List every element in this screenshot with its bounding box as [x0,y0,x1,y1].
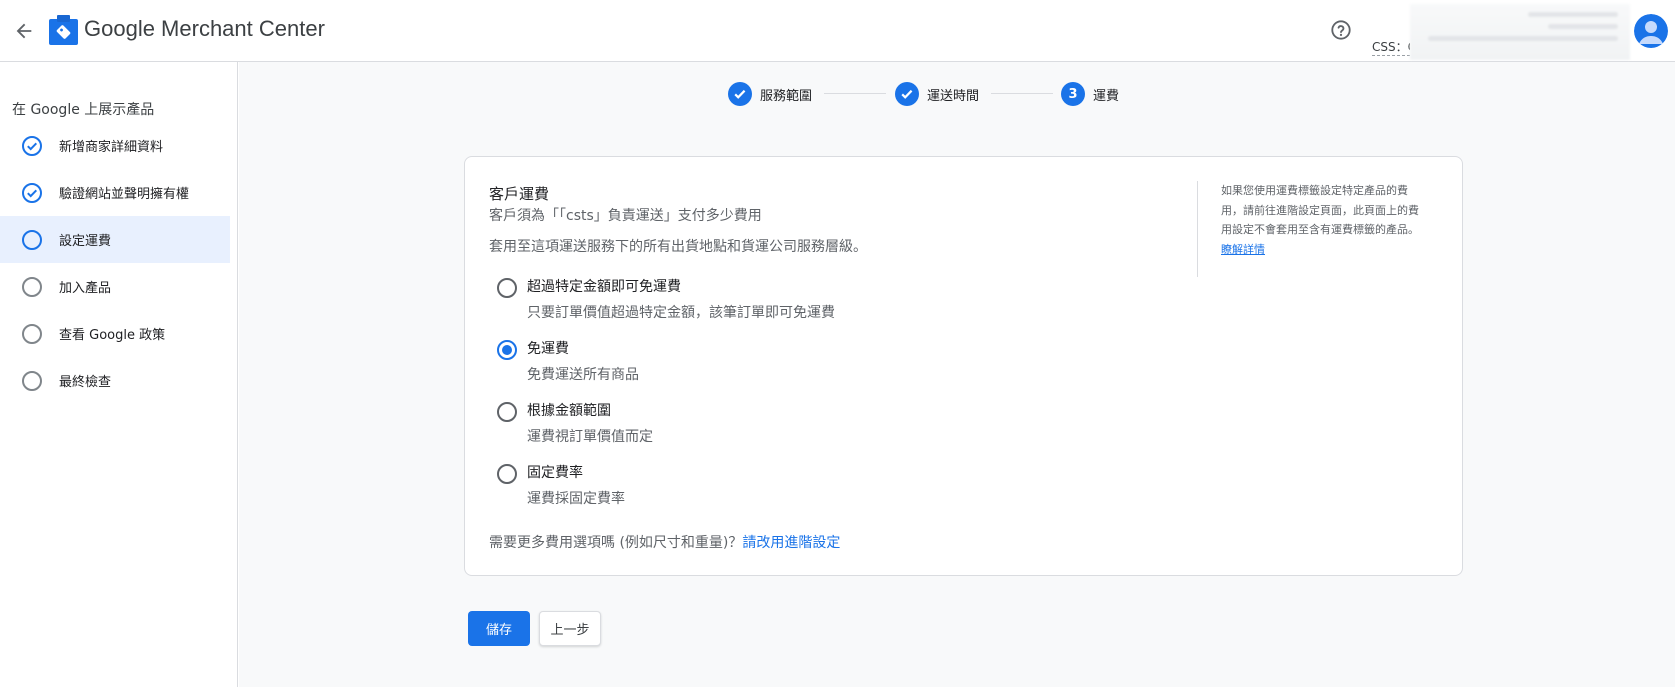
option-label: 超過特定金額即可免運費 [527,279,681,295]
sidebar-item-label: 驗證網站並聲明擁有權 [59,187,190,202]
back-arrow-icon [16,23,32,39]
back-arrow-button[interactable] [6,13,42,49]
option-amount-range[interactable]: 根據金額範圍 運費視訂單價值而定 [497,400,1057,450]
sidebar-item-business-details[interactable]: 新增商家詳細資料 [0,122,230,169]
option-description: 免費運送所有商品 [527,367,639,383]
help-button[interactable] [1327,16,1355,44]
empty-circle-icon [22,277,42,297]
radio-button[interactable] [497,278,517,298]
step-label: 服務範圍 [760,88,813,104]
check-circle-icon [22,183,42,203]
advanced-settings-text: 需要更多費用選項嗎 (例如尺寸和重量)？ [489,535,743,551]
stepper-step-service-area[interactable]: 服務範圍 [728,81,812,107]
save-button[interactable]: 儲存 [468,611,530,646]
app-title: Google Merchant Center [84,16,325,41]
stepper-connector [991,93,1053,94]
radio-button-selected[interactable] [497,340,517,360]
account-info-redacted [1410,4,1630,60]
card-subtitle: 客戶須為「「csts」負責運送」支付多少費用 [489,208,762,224]
step-check-icon [728,82,752,106]
stepper-step-shipping-cost[interactable]: 3 運費 [1061,81,1119,107]
sidebar-item-label: 設定運費 [59,234,112,249]
stepper-step-delivery-time[interactable]: 運送時間 [895,81,979,107]
step-number: 3 [1061,82,1085,106]
card-divider [1197,181,1198,277]
option-label: 固定費率 [527,465,583,481]
stepper-connector [824,93,886,94]
sidebar-item-final-review[interactable]: 最終檢查 [0,357,230,404]
option-free-shipping[interactable]: 免運費 免費運送所有商品 [497,338,1057,388]
sidebar-item-add-products[interactable]: 加入產品 [0,263,230,310]
sidebar-item-label: 加入產品 [59,281,112,296]
card-title: 客戶運費 [489,185,550,203]
sidebar-item-label: 最終檢查 [59,375,112,390]
option-free-over-amount[interactable]: 超過特定金額即可免運費 只要訂單價值超過特定金額，該筆訂單即可免運費 [497,276,1057,326]
help-circle-icon [1331,20,1351,40]
check-circle-icon [22,136,42,156]
empty-circle-icon [22,371,42,391]
step-label: 運送時間 [927,88,980,104]
option-flat-rate[interactable]: 固定費率 運費採固定費率 [497,462,1057,512]
previous-step-button[interactable]: 上一步 [539,611,601,646]
sidebar-item-google-policies[interactable]: 查看 Google 政策 [0,310,230,357]
shipping-label-note: 如果您使用運費標籤設定特定產品的費用，請前往進階設定頁面，此頁面上的費用設定不會… [1221,181,1421,259]
empty-circle-icon [22,230,42,250]
top-app-bar: Google Merchant Center CSS：C [0,0,1675,62]
merchant-center-logo-icon [49,15,78,45]
radio-button[interactable] [497,402,517,422]
sidebar-item-verify-website[interactable]: 驗證網站並聲明擁有權 [0,169,230,216]
learn-more-link[interactable]: 瞭解詳情 [1221,243,1265,256]
merchant-center-app: Google Merchant Center CSS：C 在 Google 上展… [0,0,1675,687]
advanced-settings-note: 需要更多費用選項嗎 (例如尺寸和重量)？請改用進階設定 [489,532,840,552]
shipping-cost-card: 客戶運費 客戶須為「「csts」負責運送」支付多少費用 套用至這項運送服務下的所… [464,156,1463,576]
shipping-label-note-text: 如果您使用運費標籤設定特定產品的費用，請前往進階設定頁面，此頁面上的費用設定不會… [1221,184,1419,236]
sidebar-heading: 在 Google 上展示產品 [12,102,155,118]
account-avatar[interactable] [1634,14,1668,48]
option-label: 免運費 [527,341,569,357]
option-description: 只要訂單價值超過特定金額，該筆訂單即可免運費 [527,305,835,321]
main-content: 服務範圍 運送時間 3 運費 客戶運費 客戶須為「「csts」負責運送」支付多少… [239,62,1675,687]
advanced-settings-link[interactable]: 請改用進階設定 [742,535,840,551]
sidebar-item-shipping[interactable]: 設定運費 [0,216,230,263]
card-description: 套用至這項運送服務下的所有出貨地點和貨運公司服務層級。 [489,239,867,255]
option-label: 根據金額範圍 [527,403,611,419]
option-description: 運費視訂單價值而定 [527,429,653,445]
account-avatar-icon [1634,14,1668,48]
radio-button[interactable] [497,464,517,484]
step-label: 運費 [1093,88,1120,104]
sidebar-item-label: 查看 Google 政策 [59,328,166,343]
account-css-label[interactable]: CSS：C [1372,38,1410,56]
setup-sidebar: 在 Google 上展示產品 新增商家詳細資料 驗證網站並聲明擁有權 設定運費 [0,62,238,687]
empty-circle-icon [22,324,42,344]
option-description: 運費採固定費率 [527,491,625,507]
step-check-icon [895,82,919,106]
sidebar-item-label: 新增商家詳細資料 [59,140,164,155]
